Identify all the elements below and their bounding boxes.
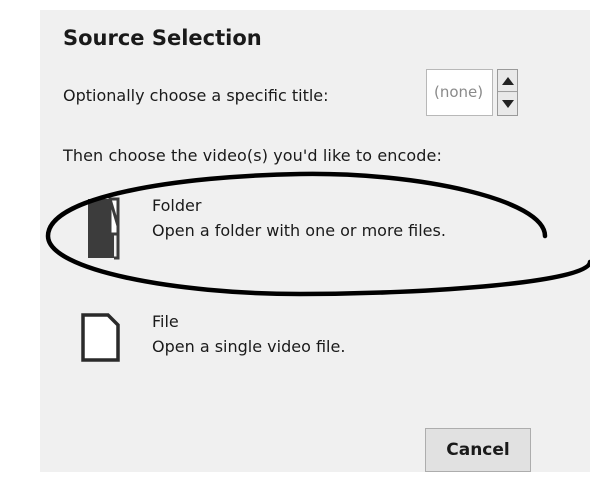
folder-option-title: Folder <box>152 196 202 215</box>
folder-option-description: Open a folder with one or more files. <box>152 221 446 240</box>
folder-icon <box>88 197 120 260</box>
spinner-up-button[interactable] <box>498 70 517 92</box>
spinner-down-button[interactable] <box>498 93 517 115</box>
file-option-description: Open a single video file. <box>152 337 346 356</box>
title-spinner <box>497 69 518 116</box>
file-icon <box>81 313 120 362</box>
dialog-heading: Source Selection <box>63 26 262 50</box>
title-number-input[interactable]: (none) <box>426 69 493 116</box>
file-option-title: File <box>152 312 179 331</box>
encode-prompt: Then choose the video(s) you'd like to e… <box>63 146 442 165</box>
arrow-down-icon <box>501 100 514 108</box>
folder-option[interactable]: Folder Open a folder with one or more fi… <box>80 196 550 276</box>
title-label: Optionally choose a specific title: <box>63 86 329 105</box>
cancel-button[interactable]: Cancel <box>425 428 531 472</box>
arrow-up-icon <box>501 76 514 85</box>
file-option[interactable]: File Open a single video file. <box>80 312 550 392</box>
